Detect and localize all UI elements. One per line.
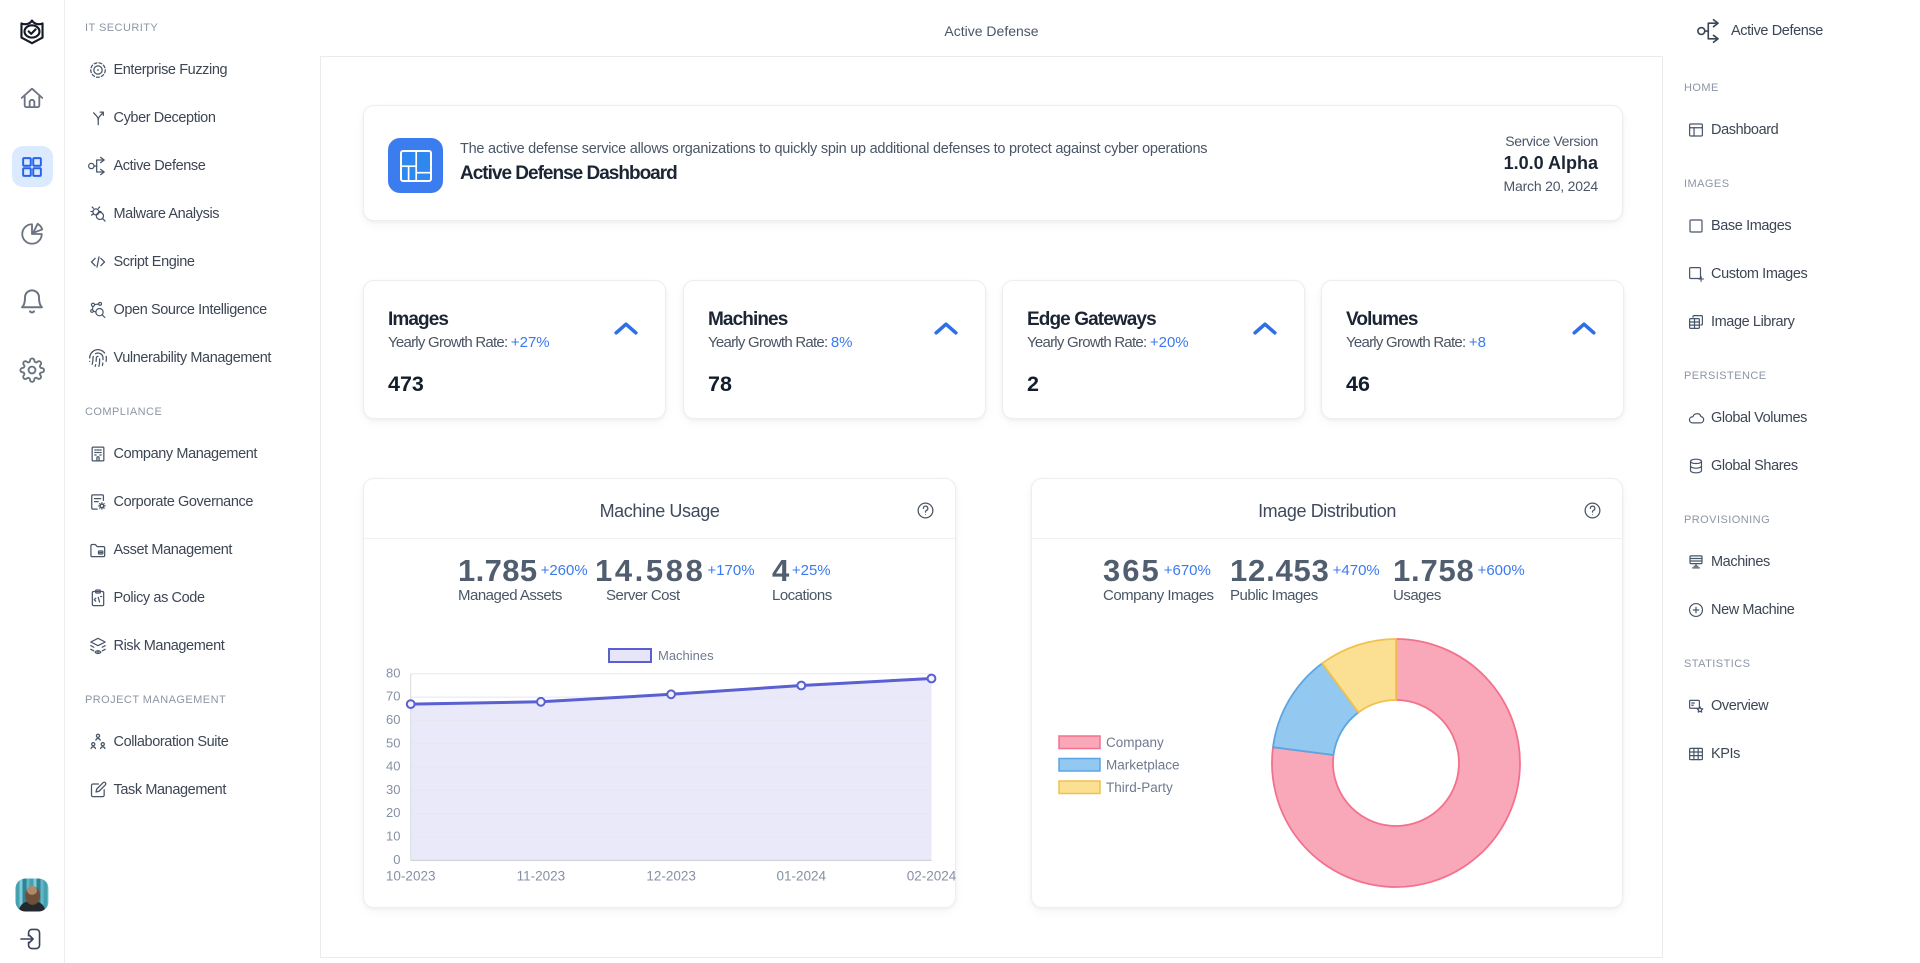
- svg-text:Machines: Machines: [658, 648, 714, 663]
- svg-text:01-2024: 01-2024: [777, 869, 827, 884]
- svg-text:11-2023: 11-2023: [517, 869, 566, 884]
- svg-text:10: 10: [386, 829, 400, 844]
- svg-text:0: 0: [393, 852, 400, 867]
- svg-text:02-2024: 02-2024: [907, 869, 957, 884]
- svg-text:Third-Party: Third-Party: [1106, 780, 1173, 795]
- svg-text:10-2023: 10-2023: [386, 869, 436, 884]
- svg-text:Marketplace: Marketplace: [1106, 758, 1180, 773]
- svg-text:Company: Company: [1106, 735, 1164, 750]
- svg-text:20: 20: [386, 805, 400, 820]
- svg-text:60: 60: [386, 712, 400, 727]
- svg-text:70: 70: [386, 689, 400, 704]
- svg-text:50: 50: [386, 735, 400, 750]
- svg-text:80: 80: [386, 665, 400, 680]
- svg-text:12-2023: 12-2023: [646, 869, 696, 884]
- svg-text:30: 30: [386, 782, 400, 797]
- svg-text:40: 40: [386, 759, 400, 774]
